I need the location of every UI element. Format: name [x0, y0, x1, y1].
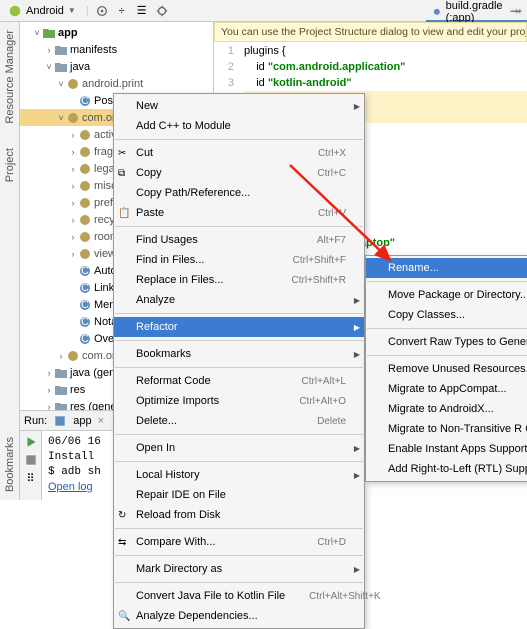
context-menu[interactable]: New▶Add C++ to Module ✂CutCtrl+X⧉CopyCtrl…: [113, 93, 365, 629]
menu-item[interactable]: Remove Unused Resources...: [366, 359, 527, 379]
stop-icon[interactable]: [24, 453, 38, 467]
menu-item[interactable]: New▶: [114, 96, 364, 116]
menu-item[interactable]: Replace in Files...Ctrl+Shift+R: [114, 270, 364, 290]
menu-item[interactable]: Delete...Delete: [114, 411, 364, 431]
config-label: Android: [26, 5, 64, 17]
svg-text:C: C: [81, 333, 89, 345]
settings-icon[interactable]: [155, 4, 169, 18]
tree-node[interactable]: ˅app: [20, 24, 213, 41]
svg-text:C: C: [81, 265, 89, 277]
menu-item[interactable]: Analyze▶: [114, 290, 364, 310]
chevron-down-icon: ▼: [68, 6, 76, 15]
menu-item[interactable]: Open In▶: [114, 438, 364, 458]
hint-banner[interactable]: You can use the Project Structure dialog…: [214, 22, 527, 42]
filter-icon[interactable]: ÷: [115, 4, 129, 18]
run-label: Run:: [24, 415, 47, 427]
run-tab-name[interactable]: app: [73, 415, 91, 427]
side-tab-project[interactable]: Project: [4, 148, 16, 182]
menu-item[interactable]: ⧉CopyCtrl+C: [114, 163, 364, 183]
menu-item[interactable]: ↻Reload from Disk: [114, 505, 364, 525]
android-icon: [8, 4, 22, 18]
close-tab-icon[interactable]: ×: [515, 6, 521, 18]
menu-item[interactable]: Find in Files...Ctrl+Shift+F: [114, 250, 364, 270]
refactor-submenu[interactable]: Rename...Shift+F6 Move Package or Directo…: [365, 255, 527, 482]
menu-item[interactable]: Add Right-to-Left (RTL) Support...: [366, 459, 527, 479]
layout-icon[interactable]: ⠿: [24, 471, 38, 485]
side-tab-bookmarks[interactable]: Bookmarks: [4, 437, 16, 492]
menu-item[interactable]: Migrate to AppCompat...: [366, 379, 527, 399]
menu-item[interactable]: 🔍Analyze Dependencies...: [114, 606, 364, 626]
menu-item[interactable]: Copy Classes...F5: [366, 305, 527, 325]
menu-item[interactable]: Optimize ImportsCtrl+Alt+O: [114, 391, 364, 411]
close-run-tab-icon[interactable]: ×: [98, 415, 104, 427]
svg-text:C: C: [81, 282, 89, 294]
target-icon[interactable]: [95, 4, 109, 18]
menu-item[interactable]: Move Package or Directory...F6: [366, 285, 527, 305]
menu-item[interactable]: Rename...Shift+F6: [366, 258, 527, 278]
side-tab-resource-manager[interactable]: Resource Manager: [4, 30, 16, 124]
menu-item[interactable]: Add C++ to Module: [114, 116, 364, 136]
menu-item[interactable]: Copy Path/Reference...: [114, 183, 364, 203]
menu-item[interactable]: Refactor▶: [114, 317, 364, 337]
config-dropdown[interactable]: Android ▼: [4, 4, 80, 18]
menu-item[interactable]: 📋PasteCtrl+V: [114, 203, 364, 223]
tab-label: build.gradle (:app): [446, 0, 507, 24]
tree-node[interactable]: ˅android.print: [20, 75, 213, 92]
menu-item[interactable]: Mark Directory as▶: [114, 559, 364, 579]
menu-item[interactable]: Local History▶: [114, 465, 364, 485]
svg-text:C: C: [81, 299, 89, 311]
menu-item[interactable]: Repair IDE on File: [114, 485, 364, 505]
editor-tab[interactable]: build.gradle (:app) ×: [426, 0, 527, 22]
menu-item[interactable]: ✂CutCtrl+X: [114, 143, 364, 163]
tree-node[interactable]: ›manifests: [20, 41, 213, 58]
menu-item[interactable]: Enable Instant Apps Support...: [366, 439, 527, 459]
menu-item[interactable]: Bookmarks▶: [114, 344, 364, 364]
svg-text:C: C: [81, 95, 89, 107]
gradle-icon: [432, 5, 442, 19]
tree-node[interactable]: ˅java: [20, 58, 213, 75]
menu-item[interactable]: Reformat CodeCtrl+Alt+L: [114, 371, 364, 391]
menu-item[interactable]: Migrate to Non-Transitive R Classes...: [366, 419, 527, 439]
collapse-icon[interactable]: ☰: [135, 4, 149, 18]
run-app-icon: [53, 414, 67, 428]
rerun-icon[interactable]: [24, 435, 38, 449]
svg-text:C: C: [81, 316, 89, 328]
menu-item[interactable]: Find UsagesAlt+F7: [114, 230, 364, 250]
menu-item[interactable]: Convert Raw Types to Generics...: [366, 332, 527, 352]
menu-item[interactable]: ⇆Compare With...Ctrl+D: [114, 532, 364, 552]
menu-item[interactable]: Migrate to AndroidX...: [366, 399, 527, 419]
menu-item[interactable]: Convert Java File to Kotlin FileCtrl+Alt…: [114, 586, 364, 606]
